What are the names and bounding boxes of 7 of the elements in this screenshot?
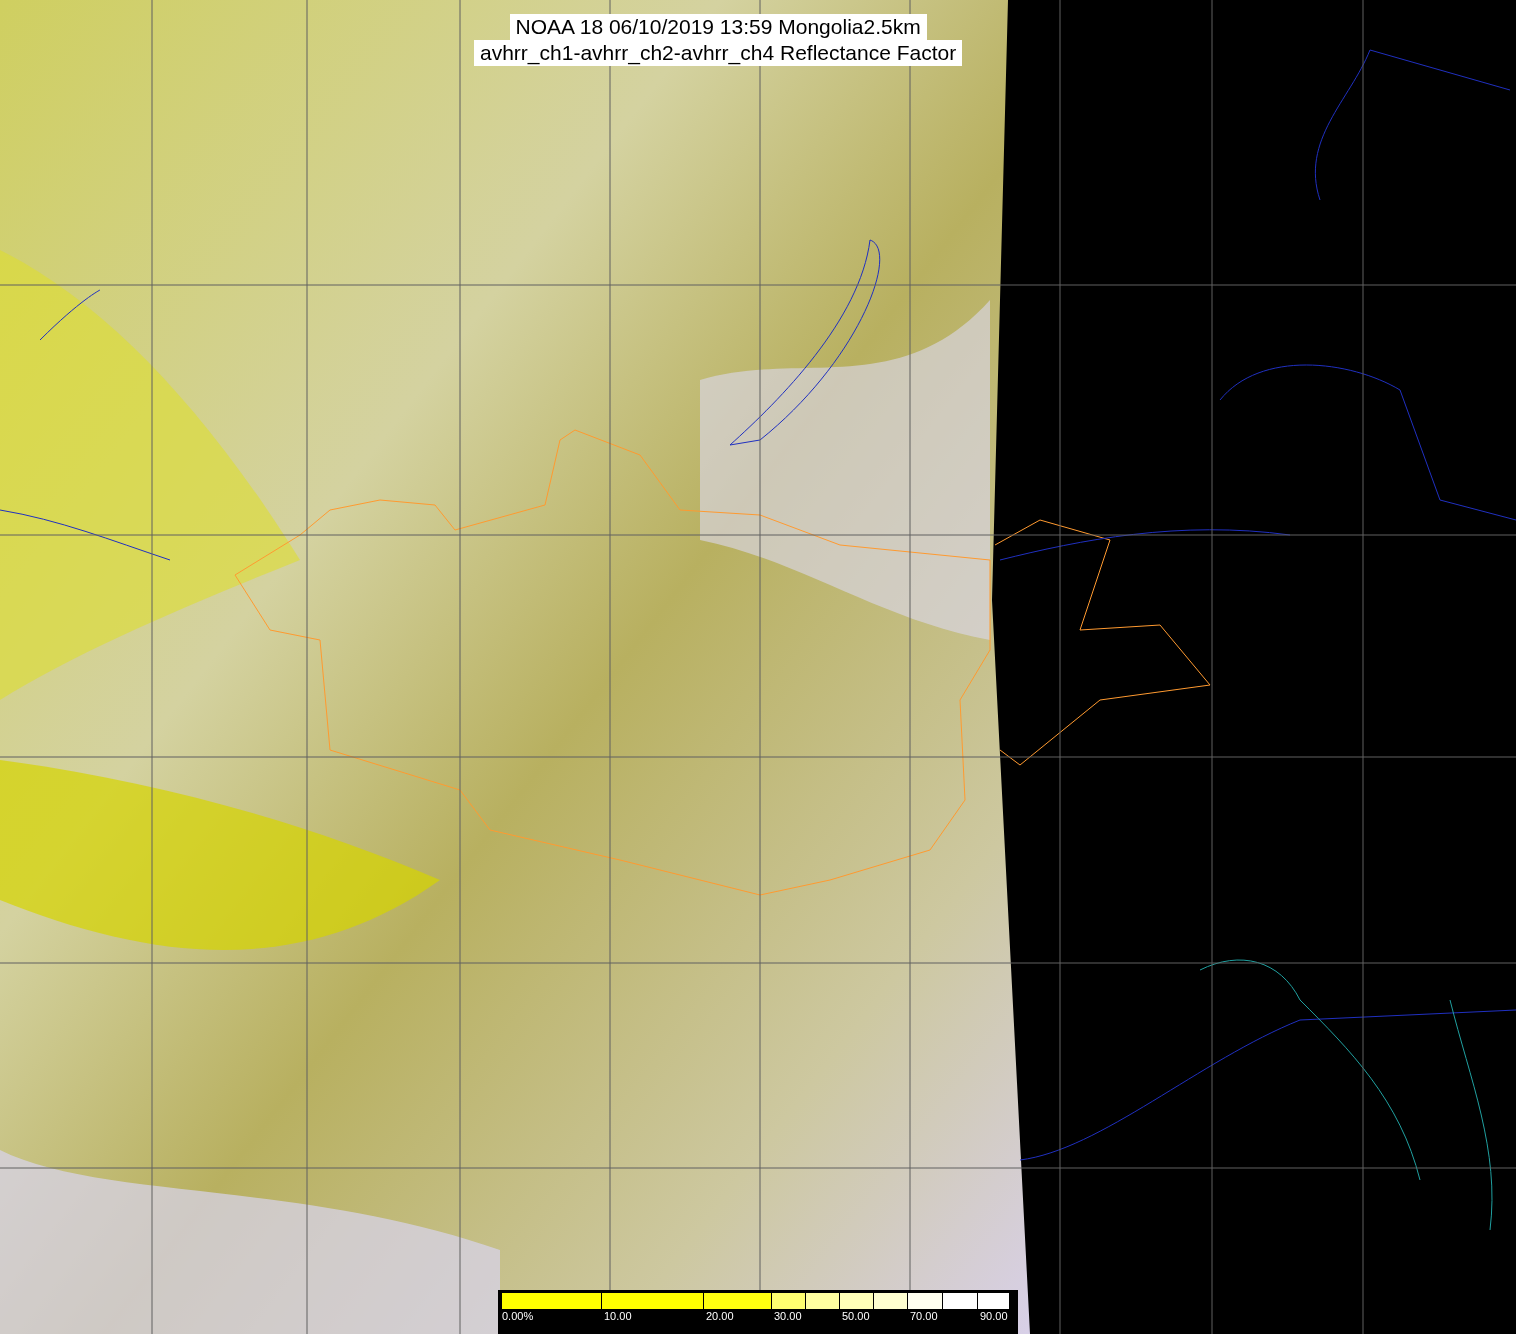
colorbar-label: 90.00	[980, 1310, 1008, 1322]
colorbar-label: 0.00%	[502, 1310, 534, 1322]
colorbar-label: 20.00	[706, 1310, 734, 1322]
colorbar-label: 30.00	[774, 1310, 802, 1322]
colorbar-label: 70.00	[910, 1310, 938, 1322]
colorbar-label: 10.00	[604, 1310, 632, 1322]
colorbar-label: 50.00	[842, 1310, 870, 1322]
